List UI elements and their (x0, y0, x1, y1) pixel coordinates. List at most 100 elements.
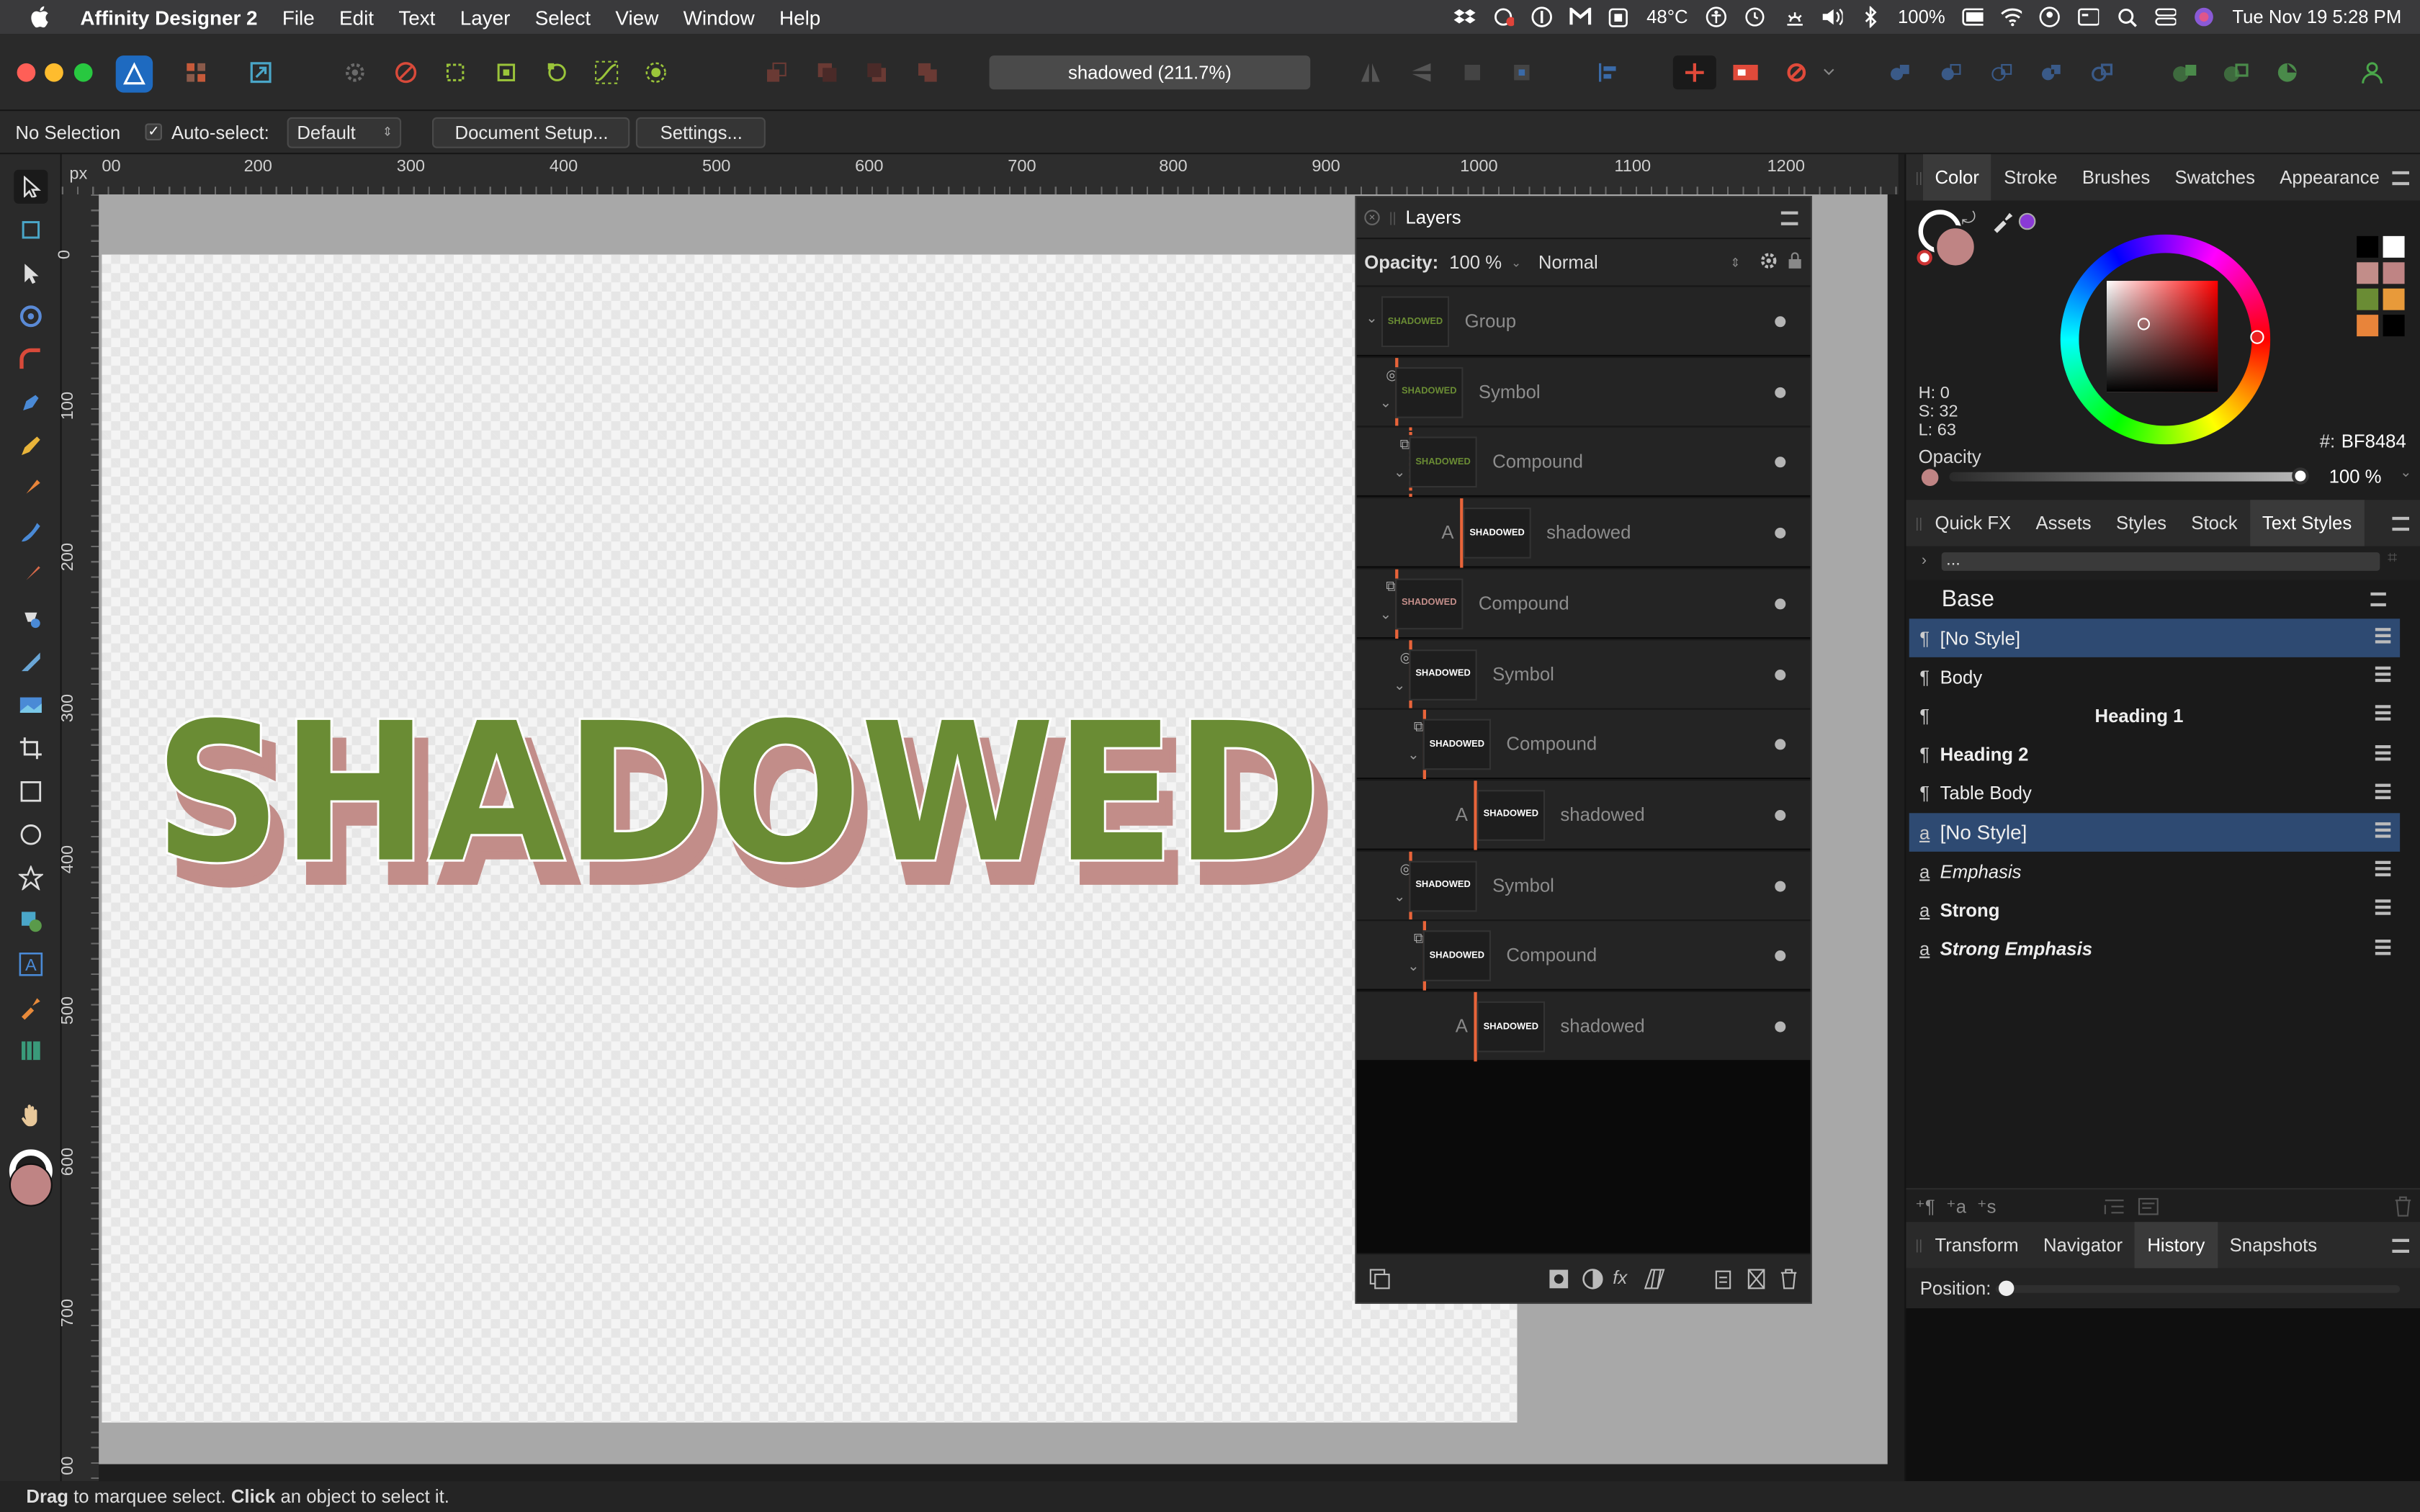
lock-icon[interactable] (1787, 251, 1802, 274)
volume-icon[interactable] (1821, 8, 1842, 27)
style-menu-icon[interactable] (2375, 706, 2391, 721)
expand-chevron-icon[interactable]: ⌄ (1394, 677, 1405, 694)
battery-icon[interactable] (1962, 8, 1984, 27)
fill-color-swatch[interactable] (9, 1163, 53, 1207)
control-center-icon[interactable] (2155, 8, 2177, 27)
point-transform-tool-icon[interactable] (14, 300, 48, 333)
tab-text-styles[interactable]: Text Styles (2249, 500, 2365, 546)
arrange-back-icon[interactable] (759, 55, 793, 89)
boolean-add-icon[interactable] (1883, 55, 1917, 89)
panel-menu-icon[interactable] (1780, 210, 1798, 225)
none-color-icon[interactable] (1917, 250, 1932, 266)
layer-name[interactable]: Group (1465, 310, 1516, 332)
artboard-tool-icon[interactable] (14, 213, 48, 247)
saturation-lightness-square[interactable] (2107, 281, 2218, 392)
recent-color-swatch[interactable] (2383, 262, 2405, 284)
auto-select-checkbox[interactable]: ✓ (145, 123, 163, 140)
minimize-window-button[interactable] (45, 63, 63, 82)
layer-row[interactable]: ⌄ ◎ SHADOWED Symbol (1356, 849, 1811, 921)
hex-value[interactable]: BF8484 (2341, 431, 2406, 452)
text-style-item[interactable]: ¶ Heading 2 (1909, 735, 2400, 774)
document-setup-button[interactable]: Document Setup... (432, 116, 631, 148)
artwork-text[interactable]: SHADOWED (152, 679, 1323, 906)
close-window-button[interactable] (17, 63, 36, 82)
visibility-dot[interactable] (1775, 739, 1786, 750)
layer-row[interactable]: ⌄ ⧉ SHADOWED Compound (1356, 919, 1811, 991)
tab-brushes[interactable]: Brushes (2070, 166, 2163, 188)
fill-well[interactable] (1934, 225, 1977, 269)
expand-chevron-icon[interactable]: ⌄ (1366, 310, 1377, 328)
add-layer-icon[interactable] (1715, 1268, 1734, 1294)
corner-tool-icon[interactable] (14, 343, 48, 377)
curve-snap-icon[interactable] (590, 55, 624, 89)
clock[interactable]: Tue Nov 19 5:28 PM (2232, 6, 2401, 28)
preview-mode-icon[interactable] (1775, 55, 1818, 89)
expand-chevron-icon[interactable]: ⌄ (1394, 465, 1405, 482)
layer-name[interactable]: shadowed (1546, 521, 1631, 543)
tab-swatches[interactable]: Swatches (2162, 166, 2267, 188)
outline-view-icon[interactable] (1724, 55, 1767, 89)
object-snap-icon[interactable] (639, 55, 673, 89)
style-menu-icon[interactable] (2375, 744, 2391, 760)
recent-color-swatch[interactable] (2357, 288, 2379, 310)
arrange-forward-icon[interactable] (860, 55, 894, 89)
layer-row[interactable]: ⌄ ⧉ SHADOWED Compound (1356, 426, 1811, 498)
export-persona-icon[interactable] (244, 55, 278, 89)
account-icon[interactable] (2355, 55, 2389, 89)
boolean-subtract-icon[interactable] (1934, 55, 1968, 89)
boolean-divide-icon[interactable] (2085, 55, 2119, 89)
menu-layer[interactable]: Layer (448, 6, 523, 29)
expand-chevron-icon[interactable]: ⌄ (1380, 606, 1392, 624)
recent-color-swatch[interactable] (2357, 235, 2379, 258)
color-marker[interactable] (2137, 318, 2150, 330)
opacity-slider-thumb[interactable] (2292, 467, 2309, 485)
style-menu-icon[interactable] (2375, 900, 2391, 916)
panel-menu-icon[interactable] (2392, 170, 2409, 185)
weather-icon[interactable] (1782, 8, 1803, 27)
tab-color[interactable]: Color (1922, 154, 1992, 201)
tab-transform[interactable]: Transform (1922, 1234, 2031, 1256)
layer-row[interactable]: ⌄ ◎ SHADOWED Symbol (1356, 356, 1811, 427)
text-style-item[interactable]: a Strong (1909, 891, 2400, 930)
tab-stock[interactable]: Stock (2179, 512, 2250, 534)
layer-row[interactable]: A SHADOWED shadowed (1356, 990, 1811, 1062)
text-style-item[interactable]: ¶ Heading 1 (1909, 696, 2400, 735)
menu-edit[interactable]: Edit (327, 6, 386, 29)
snapping-icon[interactable] (389, 55, 423, 89)
flip-vertical-icon[interactable] (1404, 55, 1438, 89)
style-menu-icon[interactable] (2375, 667, 2391, 683)
slice-tool-icon[interactable] (14, 1034, 48, 1068)
document-title[interactable]: shadowed (211.7%) (989, 55, 1311, 90)
apple-icon[interactable] (28, 6, 50, 28)
visibility-dot[interactable] (1775, 950, 1786, 962)
grip-icon[interactable]: || (1915, 516, 1922, 531)
opacity-value[interactable]: 100 % (1449, 251, 1502, 273)
pen-tool-icon[interactable] (14, 386, 48, 420)
swap-colors-icon[interactable]: ⤾ (1962, 210, 1976, 230)
opacity-slider[interactable] (1949, 467, 2309, 485)
designer-persona-icon[interactable] (115, 55, 153, 93)
delete-layer-icon[interactable] (1780, 1268, 1798, 1294)
node-snap-icon[interactable] (540, 55, 574, 89)
arrange-backward-icon[interactable] (810, 55, 844, 89)
layer-row[interactable]: ⌄ ⧉ SHADOWED Compound (1356, 708, 1811, 780)
style-menu-icon[interactable] (2375, 939, 2391, 955)
tab-styles[interactable]: Styles (2104, 512, 2179, 534)
live-filter-icon[interactable] (1644, 1268, 1665, 1294)
tab-quick-fx[interactable]: Quick FX (1922, 512, 2023, 534)
layer-name[interactable]: shadowed (1560, 804, 1644, 825)
malwarebytes-icon[interactable] (1569, 7, 1591, 27)
history-slider-thumb[interactable] (1999, 1280, 2015, 1296)
pixel-view-icon[interactable] (1672, 55, 1716, 90)
menu-select[interactable]: Select (523, 6, 604, 29)
visibility-dot[interactable] (1775, 457, 1786, 469)
recent-color-swatch[interactable] (2383, 288, 2405, 310)
layer-name[interactable]: Compound (1506, 733, 1597, 755)
rectangle-tool-icon[interactable] (14, 775, 48, 809)
accessibility-icon[interactable] (1705, 6, 1726, 27)
layer-row[interactable]: ⌄ ◎ SHADOWED Symbol (1356, 638, 1811, 709)
rotate-right-icon[interactable] (1505, 55, 1538, 89)
auto-select-dropdown[interactable]: Default ⇕ (287, 116, 403, 148)
blend-mode-dropdown[interactable]: Normal ⇕ (1531, 247, 1747, 278)
crop-tool-icon[interactable] (14, 732, 48, 765)
